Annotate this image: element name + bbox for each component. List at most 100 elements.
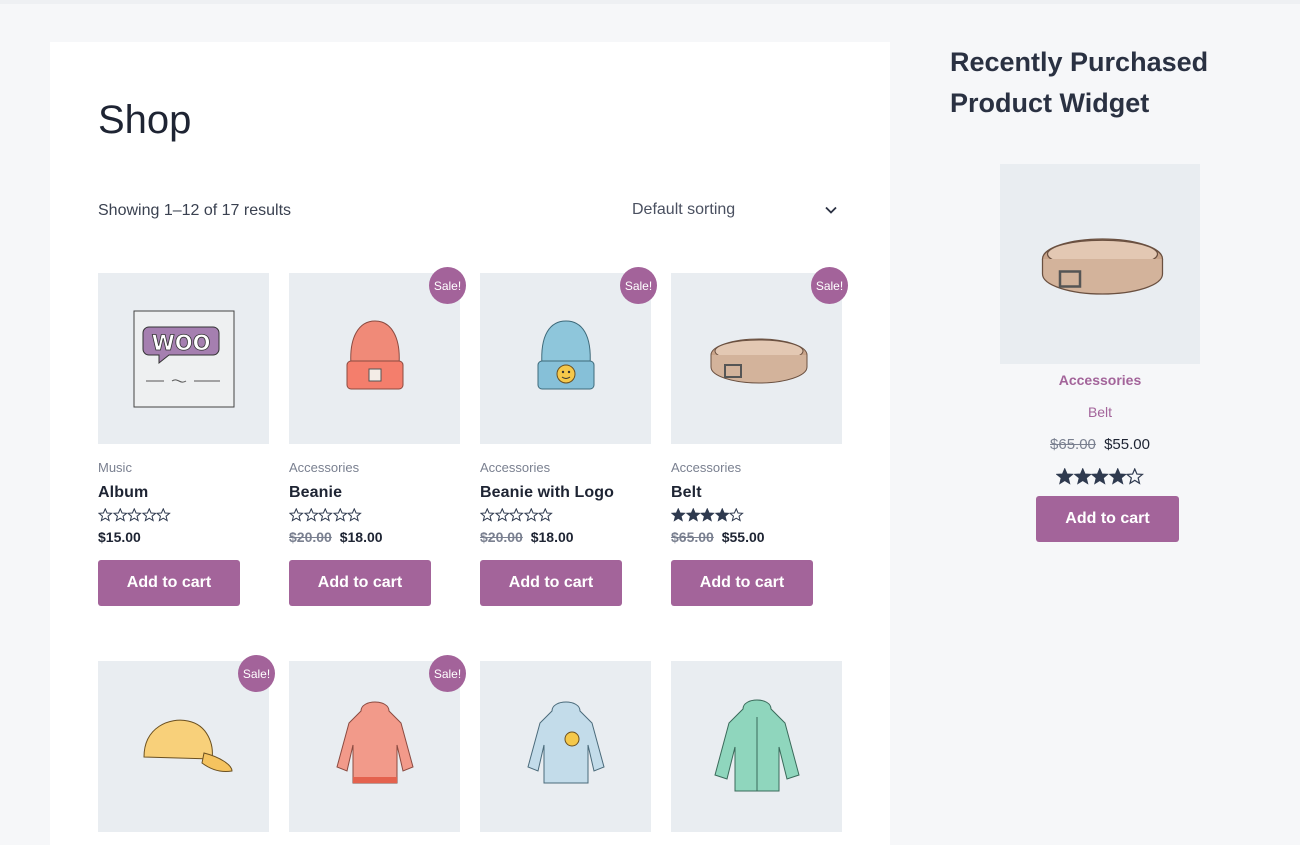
beanie-image-icon [346, 319, 403, 389]
star-empty-icon [480, 508, 495, 522]
star-empty-icon [127, 508, 142, 522]
star-empty-icon [347, 508, 362, 522]
star-filled-icon [685, 508, 700, 522]
add-to-cart-button[interactable]: Add to cart [671, 560, 813, 606]
star-rating [98, 508, 269, 524]
price-old: $65.00 [1050, 436, 1096, 453]
star-empty-icon [112, 508, 127, 522]
star-empty-icon [509, 508, 524, 522]
star-empty-icon [494, 508, 509, 522]
product-image[interactable]: WOO [98, 273, 269, 444]
sale-badge: Sale! [811, 267, 848, 304]
star-empty-icon [156, 508, 171, 522]
price-old: $20.00 [480, 529, 523, 545]
star-filled-icon [700, 508, 715, 522]
product-card-hoodie: Sale! [289, 655, 466, 832]
product-card-album: WOO Music Album $15.00 Add to cart [98, 273, 269, 606]
sale-badge: Sale! [429, 655, 466, 692]
price-current: $15.00 [98, 529, 141, 545]
product-category[interactable]: Accessories [671, 460, 842, 475]
star-filled-icon [671, 508, 686, 522]
sorting-select[interactable]: Default sorting [622, 190, 844, 230]
sale-badge: Sale! [429, 267, 466, 304]
product-category[interactable]: Accessories [289, 460, 460, 475]
widget-product-title[interactable]: Belt [950, 404, 1250, 420]
star-empty-icon [332, 508, 347, 522]
star-empty-icon [141, 508, 156, 522]
product-title[interactable]: Album [98, 484, 269, 502]
star-empty-icon [729, 508, 744, 522]
hoodie-with-zipper-image-icon [713, 699, 800, 791]
page-title: Shop [98, 98, 192, 142]
product-image[interactable]: Sale! [98, 655, 275, 832]
hoodie-with-logo-image-icon [526, 701, 605, 783]
price-current: $55.00 [1104, 436, 1150, 453]
product-price: $15.00 [98, 529, 269, 545]
sidebar: Recently Purchased Product Widget Access… [950, 42, 1250, 542]
product-card-hoodie-with-logo [480, 661, 651, 832]
star-empty-icon [523, 508, 538, 522]
widget-product-category[interactable]: Accessories [950, 372, 1250, 388]
star-filled-icon [1056, 468, 1074, 485]
widget-add-to-cart-button[interactable]: Add to cart [1036, 496, 1179, 542]
belt-image-icon [1041, 238, 1164, 295]
star-empty-icon [98, 508, 113, 522]
price-current: $55.00 [721, 529, 765, 545]
cap-image-icon [142, 719, 233, 772]
add-to-cart-button[interactable]: Add to cart [289, 560, 431, 606]
product-price: $20.00 $18.00 [480, 529, 651, 545]
sale-badge: Sale! [620, 267, 657, 304]
product-card-belt: Sale! Accessories Belt $65.00 $55.00 Add… [671, 267, 848, 606]
star-rating [671, 508, 842, 524]
price-current: $18.00 [339, 529, 383, 545]
hoodie-image-icon [335, 701, 414, 783]
sale-badge: Sale! [238, 655, 275, 692]
product-card-beanie: Sale! Accessories Beanie $20.00 $18.00 A… [289, 267, 466, 606]
product-price: $65.00 $55.00 [671, 529, 842, 545]
beanie-with-logo-image-icon [537, 319, 594, 389]
product-image[interactable]: Sale! [480, 267, 657, 444]
product-title[interactable]: Beanie [289, 484, 460, 502]
price-current: $18.00 [530, 529, 574, 545]
widget-title: Recently Purchased Product Widget [950, 47, 1209, 118]
chevron-down-icon [825, 206, 837, 214]
product-category[interactable]: Music [98, 460, 269, 475]
product-price: $20.00 $18.00 [289, 529, 460, 545]
product-title[interactable]: Beanie with Logo [480, 484, 651, 502]
product-image[interactable]: Sale! [289, 655, 466, 832]
product-card-hoodie-with-zipper [671, 661, 842, 832]
top-bar [0, 0, 1300, 4]
widget-product-price: $65.00 $55.00 [950, 436, 1250, 453]
widget-star-rating [1056, 468, 1144, 485]
product-card-beanie-with-logo: Sale! Accessories Beanie with Logo $20.0… [480, 267, 657, 606]
svg-text:WOO: WOO [151, 331, 210, 355]
product-image[interactable]: Sale! [671, 267, 848, 444]
belt-image-icon [710, 338, 807, 384]
product-category[interactable]: Accessories [480, 460, 651, 475]
star-empty-icon [318, 508, 333, 522]
star-filled-icon [714, 508, 729, 522]
shop-main-content: Shop Showing 1–12 of 17 results Default … [50, 42, 890, 845]
star-empty-icon [303, 508, 318, 522]
star-empty-icon [1126, 468, 1144, 485]
price-old: $20.00 [289, 529, 332, 545]
star-filled-icon [1073, 468, 1091, 485]
sorting-selected-label: Default sorting [632, 201, 736, 218]
star-empty-icon [289, 508, 304, 522]
star-rating [289, 508, 460, 524]
star-filled-icon [1091, 468, 1109, 485]
product-image[interactable] [480, 661, 651, 832]
product-image[interactable]: Sale! [289, 267, 466, 444]
result-count: Showing 1–12 of 17 results [98, 202, 292, 219]
star-rating [480, 508, 651, 524]
price-old: $65.00 [671, 529, 714, 545]
star-empty-icon [538, 508, 553, 522]
product-title[interactable]: Belt [671, 484, 842, 502]
widget-product-image[interactable] [1000, 164, 1200, 364]
add-to-cart-button[interactable]: Add to cart [98, 560, 240, 606]
product-image[interactable] [671, 661, 842, 832]
star-filled-icon [1108, 468, 1126, 485]
product-card-cap: Sale! [98, 655, 275, 832]
add-to-cart-button[interactable]: Add to cart [480, 560, 622, 606]
album-image-icon: WOO [133, 310, 234, 407]
